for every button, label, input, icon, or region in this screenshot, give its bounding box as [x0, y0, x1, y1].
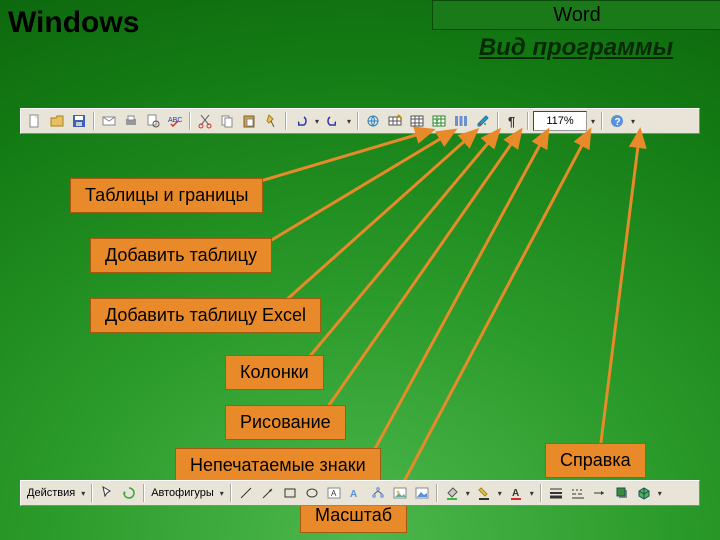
- dash-style-icon[interactable]: [568, 483, 588, 503]
- save-icon[interactable]: [69, 111, 89, 131]
- fill-color-icon[interactable]: [442, 483, 462, 503]
- shadow-icon[interactable]: [612, 483, 632, 503]
- font-color-icon[interactable]: A: [506, 483, 526, 503]
- oval-icon[interactable]: [302, 483, 322, 503]
- line-color-icon[interactable]: [474, 483, 494, 503]
- insert-table-icon[interactable]: [407, 111, 427, 131]
- annot-nonprint: Непечатаемые знаки: [175, 448, 381, 483]
- print-icon[interactable]: [121, 111, 141, 131]
- diagram-icon[interactable]: [368, 483, 388, 503]
- fill-color-dropdown[interactable]: ▾: [464, 483, 472, 503]
- copy-icon[interactable]: [217, 111, 237, 131]
- annot-columns: Колонки: [225, 355, 324, 390]
- paragraph-icon[interactable]: ¶: [503, 111, 523, 131]
- standard-toolbar: ABC ▾ ▾ X ¶ 117% ▾ ? ▾: [20, 108, 700, 134]
- line-color-dropdown[interactable]: ▾: [496, 483, 504, 503]
- svg-text:A: A: [350, 489, 357, 500]
- preview-icon[interactable]: [143, 111, 163, 131]
- redo-icon[interactable]: [323, 111, 343, 131]
- svg-text:¶: ¶: [508, 114, 515, 129]
- wordart-icon[interactable]: A: [346, 483, 366, 503]
- cut-icon[interactable]: [195, 111, 215, 131]
- tables-borders-icon[interactable]: [385, 111, 405, 131]
- font-color-dropdown[interactable]: ▾: [528, 483, 536, 503]
- svg-text:X: X: [435, 120, 439, 126]
- mail-icon[interactable]: [99, 111, 119, 131]
- drawing-toolbar: Действия ▾ Автофигуры ▾ A A ▾ ▾ A ▾ ▾: [20, 480, 700, 506]
- word-label: Word: [553, 4, 600, 26]
- arrow-icon[interactable]: [258, 483, 278, 503]
- picture-icon[interactable]: [412, 483, 432, 503]
- annot-drawing: Рисование: [225, 405, 346, 440]
- drawing-toolbar-options[interactable]: ▾: [656, 483, 664, 503]
- actions-dropdown[interactable]: ▾: [79, 483, 87, 503]
- arrow-style-icon[interactable]: [590, 483, 610, 503]
- annot-insert-table: Добавить таблицу: [90, 238, 272, 273]
- svg-text:A: A: [331, 489, 337, 498]
- columns-icon[interactable]: [451, 111, 471, 131]
- svg-text:?: ?: [615, 117, 621, 128]
- toolbar-options-dropdown[interactable]: ▾: [629, 111, 637, 131]
- textbox-icon[interactable]: A: [324, 483, 344, 503]
- format-painter-icon[interactable]: [261, 111, 281, 131]
- zoom-value: 117%: [546, 115, 573, 127]
- paste-icon[interactable]: [239, 111, 259, 131]
- clipart-icon[interactable]: [390, 483, 410, 503]
- actions-menu[interactable]: Действия: [25, 483, 77, 503]
- word-label-box: Word: [432, 0, 720, 30]
- select-icon[interactable]: [97, 483, 117, 503]
- annot-insert-excel: Добавить таблицу Excel: [90, 298, 321, 333]
- hyperlink-icon[interactable]: [363, 111, 383, 131]
- help-icon[interactable]: ?: [607, 111, 627, 131]
- autoshapes-menu[interactable]: Автофигуры: [149, 483, 216, 503]
- undo-icon[interactable]: [291, 111, 311, 131]
- annot-tables-borders: Таблицы и границы: [70, 178, 263, 213]
- annot-help: Справка: [545, 443, 646, 478]
- redo-dropdown[interactable]: ▾: [345, 111, 353, 131]
- windows-title: Windows: [8, 6, 139, 40]
- line-icon[interactable]: [236, 483, 256, 503]
- undo-dropdown[interactable]: ▾: [313, 111, 321, 131]
- drawing-icon[interactable]: [473, 111, 493, 131]
- rotate-icon[interactable]: [119, 483, 139, 503]
- line-weight-icon[interactable]: [546, 483, 566, 503]
- subtitle: Вид программы: [432, 34, 720, 62]
- spelling-icon[interactable]: ABC: [165, 111, 185, 131]
- insert-excel-icon[interactable]: X: [429, 111, 449, 131]
- zoom-dropdown[interactable]: ▾: [589, 111, 597, 131]
- zoom-field[interactable]: 117%: [533, 111, 587, 131]
- threed-icon[interactable]: [634, 483, 654, 503]
- open-icon[interactable]: [47, 111, 67, 131]
- svg-text:A: A: [512, 488, 519, 499]
- rectangle-icon[interactable]: [280, 483, 300, 503]
- new-icon[interactable]: [25, 111, 45, 131]
- autoshapes-dropdown[interactable]: ▾: [218, 483, 226, 503]
